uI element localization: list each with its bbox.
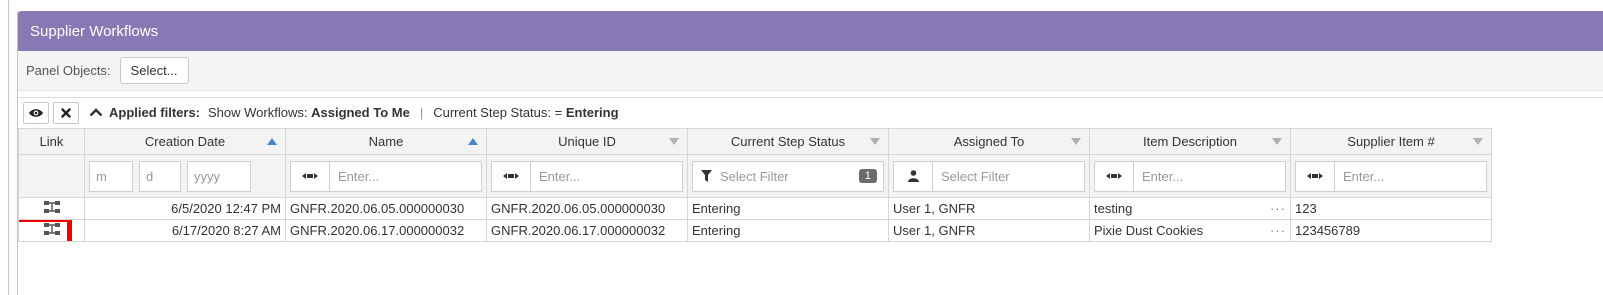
column-header-item-description[interactable]: Item Description bbox=[1089, 128, 1291, 155]
filter-row: m d yyyy Enter... Enter... Select Filter… bbox=[18, 154, 1492, 198]
filter-placeholder: Enter... bbox=[539, 168, 581, 184]
sort-asc-icon bbox=[468, 138, 478, 145]
link-cell[interactable] bbox=[18, 197, 85, 220]
filter-placeholder: Select Filter bbox=[941, 168, 1010, 184]
supplier-item-cell: 123456789 bbox=[1290, 219, 1492, 242]
applied-filters-bar: Applied filters: Show Workflows: Assigne… bbox=[18, 97, 1603, 127]
sort-desc-icon bbox=[1272, 138, 1282, 145]
creation-date-cell: 6/5/2020 12:47 PM bbox=[84, 197, 286, 220]
filter-placeholder: Enter... bbox=[338, 168, 380, 184]
filter-placeholder: Enter... bbox=[1343, 168, 1385, 184]
assigned-cell: User 1, GNFR bbox=[888, 197, 1090, 220]
filter-icon bbox=[701, 170, 712, 182]
item-desc-filter-input[interactable]: Enter... bbox=[1094, 160, 1286, 192]
sort-desc-icon bbox=[1071, 138, 1081, 145]
table-row[interactable]: 6/17/2020 8:27 AM GNFR.2020.06.17.000000… bbox=[18, 219, 1492, 242]
table-row[interactable]: 6/5/2020 12:47 PM GNFR.2020.06.05.000000… bbox=[18, 197, 1492, 220]
name-filter-cell: Enter... bbox=[285, 154, 487, 198]
sort-asc-icon bbox=[267, 138, 277, 145]
creation-date-cell: 6/17/2020 8:27 AM bbox=[84, 219, 286, 242]
header-row: Link Creation Date Name Unique ID Curren… bbox=[18, 128, 1492, 155]
status-cell: Entering bbox=[687, 197, 889, 220]
sort-desc-icon bbox=[1473, 138, 1483, 145]
column-header-creation-date[interactable]: Creation Date bbox=[84, 128, 286, 155]
link-filter-cell bbox=[18, 154, 85, 198]
range-icon[interactable] bbox=[1095, 161, 1134, 191]
filter-placeholder: Select Filter bbox=[720, 168, 789, 184]
sort-desc-icon bbox=[669, 138, 679, 145]
column-header-current-step-status[interactable]: Current Step Status bbox=[687, 128, 889, 155]
toggle-visibility-button[interactable] bbox=[23, 101, 49, 124]
column-header-supplier-item[interactable]: Supplier Item # bbox=[1290, 128, 1492, 155]
unique-id-cell: GNFR.2020.06.05.000000030 bbox=[486, 197, 688, 220]
assigned-filter-cell: Select Filter bbox=[888, 154, 1090, 198]
panel-objects-bar: Panel Objects: Select... bbox=[18, 51, 1603, 91]
collapse-filters-toggle[interactable] bbox=[89, 108, 103, 117]
range-icon[interactable] bbox=[1296, 161, 1335, 191]
filter-separator: | bbox=[419, 105, 424, 120]
assigned-cell: User 1, GNFR bbox=[888, 219, 1090, 242]
panel-objects-select-button[interactable]: Select... bbox=[119, 57, 189, 84]
user-icon bbox=[894, 161, 933, 191]
item-desc-cell: Pixie Dust Cookies ··· bbox=[1089, 219, 1291, 242]
supplier-item-filter-input[interactable]: Enter... bbox=[1295, 160, 1487, 192]
close-icon bbox=[61, 107, 71, 118]
column-header-assigned-to[interactable]: Assigned To bbox=[888, 128, 1090, 155]
filter-count-badge: 1 bbox=[858, 169, 877, 183]
more-button[interactable]: ··· bbox=[1270, 201, 1286, 216]
month-input[interactable]: m bbox=[89, 160, 133, 192]
status-filter-select[interactable]: Select Filter 1 bbox=[692, 160, 884, 192]
item-desc-cell: testing ··· bbox=[1089, 197, 1291, 220]
status-cell: Entering bbox=[687, 219, 889, 242]
name-cell: GNFR.2020.06.05.000000030 bbox=[285, 197, 487, 220]
filter-prefix: Current Step Status: = bbox=[433, 105, 563, 120]
column-header-unique-id[interactable]: Unique ID bbox=[486, 128, 688, 155]
clear-filters-button[interactable] bbox=[53, 101, 79, 124]
item-desc-text: Pixie Dust Cookies bbox=[1094, 223, 1204, 238]
supplier-item-filter-cell: Enter... bbox=[1290, 154, 1492, 198]
day-input[interactable]: d bbox=[139, 160, 181, 192]
item-desc-text: testing bbox=[1094, 201, 1133, 216]
highlight-box bbox=[19, 220, 72, 241]
applied-filters-label: Applied filters: bbox=[109, 105, 201, 120]
filter-prefix: Show Workflows: bbox=[208, 105, 308, 120]
range-icon[interactable] bbox=[291, 161, 330, 191]
supplier-workflows-panel: Supplier Workflows Panel Objects: Select… bbox=[17, 11, 1603, 295]
name-cell: GNFR.2020.06.17.000000032 bbox=[285, 219, 487, 242]
filter-value: Assigned To Me bbox=[311, 105, 410, 120]
more-button[interactable]: ··· bbox=[1270, 223, 1286, 238]
column-header-name[interactable]: Name bbox=[285, 128, 487, 155]
range-icon[interactable] bbox=[492, 161, 531, 191]
status-filter-cell: Select Filter 1 bbox=[687, 154, 889, 198]
panel-objects-label: Panel Objects: bbox=[26, 63, 111, 78]
name-filter-input[interactable]: Enter... bbox=[290, 160, 482, 192]
year-input[interactable]: yyyy bbox=[187, 160, 251, 192]
eye-icon bbox=[29, 108, 43, 117]
filter-value: Entering bbox=[565, 105, 619, 120]
link-cell[interactable] bbox=[18, 219, 85, 242]
supplier-item-cell: 123 bbox=[1290, 197, 1492, 220]
unique-id-filter-input[interactable]: Enter... bbox=[491, 160, 683, 192]
unique-id-filter-cell: Enter... bbox=[486, 154, 688, 198]
panel-title: Supplier Workflows bbox=[18, 11, 1603, 51]
left-divider bbox=[8, 0, 9, 295]
unique-id-cell: GNFR.2020.06.17.000000032 bbox=[486, 219, 688, 242]
workflows-table: Link Creation Date Name Unique ID Curren… bbox=[18, 128, 1492, 242]
filter-show-workflows[interactable]: Show Workflows: Assigned To Me bbox=[208, 105, 410, 120]
chevron-up-icon bbox=[89, 108, 103, 117]
column-header-link: Link bbox=[18, 128, 85, 155]
filter-placeholder: Enter... bbox=[1142, 168, 1184, 184]
creation-date-filter-cell: m d yyyy bbox=[84, 154, 286, 198]
assigned-filter-select[interactable]: Select Filter bbox=[893, 160, 1085, 192]
sort-desc-icon bbox=[870, 138, 880, 145]
item-desc-filter-cell: Enter... bbox=[1089, 154, 1291, 198]
filter-current-step-status[interactable]: Current Step Status: = Entering bbox=[433, 105, 618, 120]
link-icon[interactable] bbox=[43, 200, 61, 214]
